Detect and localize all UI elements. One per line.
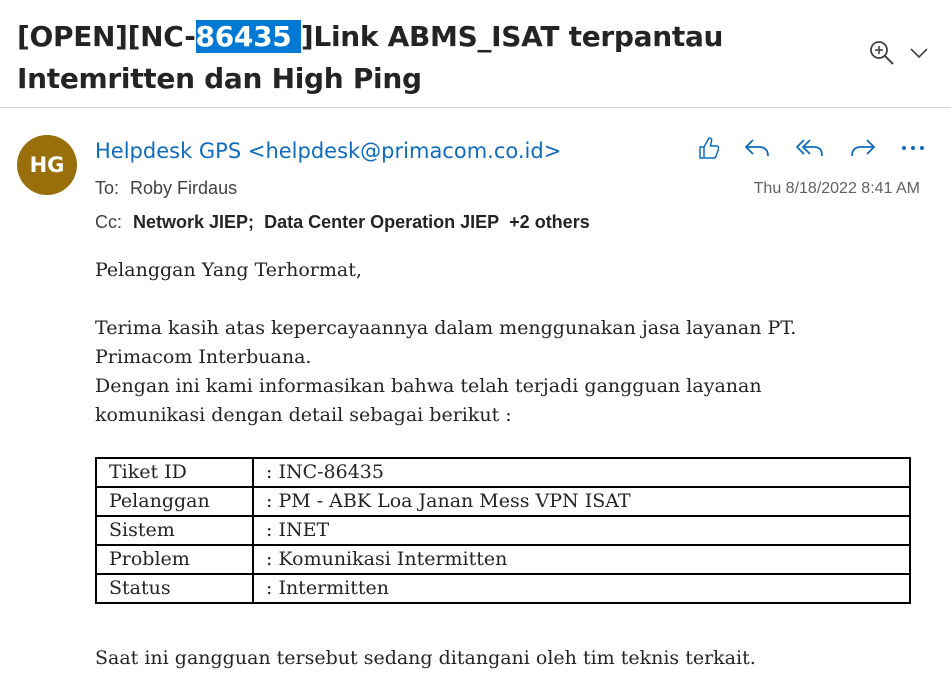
table-row: Sistem : INET <box>95 515 911 546</box>
reply-icon[interactable] <box>743 137 771 159</box>
table-key: Problem <box>95 544 254 575</box>
more-icon[interactable] <box>901 144 925 152</box>
zoom-in-icon[interactable] <box>869 40 895 66</box>
cc-label: Cc: <box>95 212 122 232</box>
intro-paragraph: Terima kasih atas kepercayaannya dalam m… <box>95 314 895 430</box>
table-key: Status <box>95 573 254 604</box>
forward-icon[interactable] <box>849 137 877 159</box>
table-key: Tiket ID <box>95 457 254 488</box>
table-value: : Komunikasi Intermitten <box>252 544 911 575</box>
to-label: To: <box>95 178 120 198</box>
table-value: : PM - ABK Loa Janan Mess VPN ISAT <box>252 486 911 517</box>
paragraph-line: komunikasi dengan detail sebagai berikut… <box>95 404 512 426</box>
cc-more-button[interactable]: +2 others <box>509 212 590 232</box>
table-key: Pelanggan <box>95 486 254 517</box>
to-line: To: Roby Firdaus <box>95 178 237 199</box>
table-value: : INC-86435 <box>252 457 911 488</box>
email-subject: [OPEN][NC-86435 ]Link ABMS_ISAT terpanta… <box>17 16 847 100</box>
like-icon[interactable] <box>697 136 719 160</box>
cc-line: Cc: Network JIEP; Data Center Operation … <box>95 212 590 233</box>
closing-text: Saat ini gangguan tersebut sedang ditang… <box>95 647 756 669</box>
message-date: Thu 8/18/2022 8:41 AM <box>753 180 920 197</box>
cc-recipient[interactable]: Data Center Operation JIEP <box>264 212 499 232</box>
subject-bar: [OPEN][NC-86435 ]Link ABMS_ISAT terpanta… <box>0 0 951 108</box>
chevron-down-icon[interactable] <box>909 46 929 60</box>
table-row: Pelanggan : PM - ABK Loa Janan Mess VPN … <box>95 486 911 517</box>
avatar[interactable]: HG <box>17 135 77 195</box>
to-recipient[interactable]: Roby Firdaus <box>130 178 237 198</box>
subject-prefix: [OPEN][NC- <box>17 20 196 53</box>
cc-recipient[interactable]: Network JIEP; <box>133 212 254 232</box>
table-row: Tiket ID : INC-86435 <box>95 457 911 488</box>
paragraph-line: Primacom Interbuana. <box>95 346 312 368</box>
sender-name[interactable]: Helpdesk GPS <helpdesk@primacom.co.id> <box>95 139 561 163</box>
subject-toolbar <box>869 40 929 66</box>
table-row: Problem : Komunikasi Intermitten <box>95 544 911 575</box>
greeting: Pelanggan Yang Terhormat, <box>95 259 362 281</box>
subject-highlight: 86435 <box>195 20 301 53</box>
reply-all-icon[interactable] <box>795 137 825 159</box>
paragraph-line: Dengan ini kami informasikan bahwa telah… <box>95 375 762 397</box>
paragraph-line: Terima kasih atas kepercayaannya dalam m… <box>95 317 797 339</box>
table-value: : Intermitten <box>252 573 911 604</box>
table-value: : INET <box>252 515 911 546</box>
table-row: Status : Intermitten <box>95 573 911 604</box>
incident-table: Tiket ID : INC-86435 Pelanggan : PM - AB… <box>95 457 911 604</box>
message-actions <box>697 136 925 160</box>
table-key: Sistem <box>95 515 254 546</box>
